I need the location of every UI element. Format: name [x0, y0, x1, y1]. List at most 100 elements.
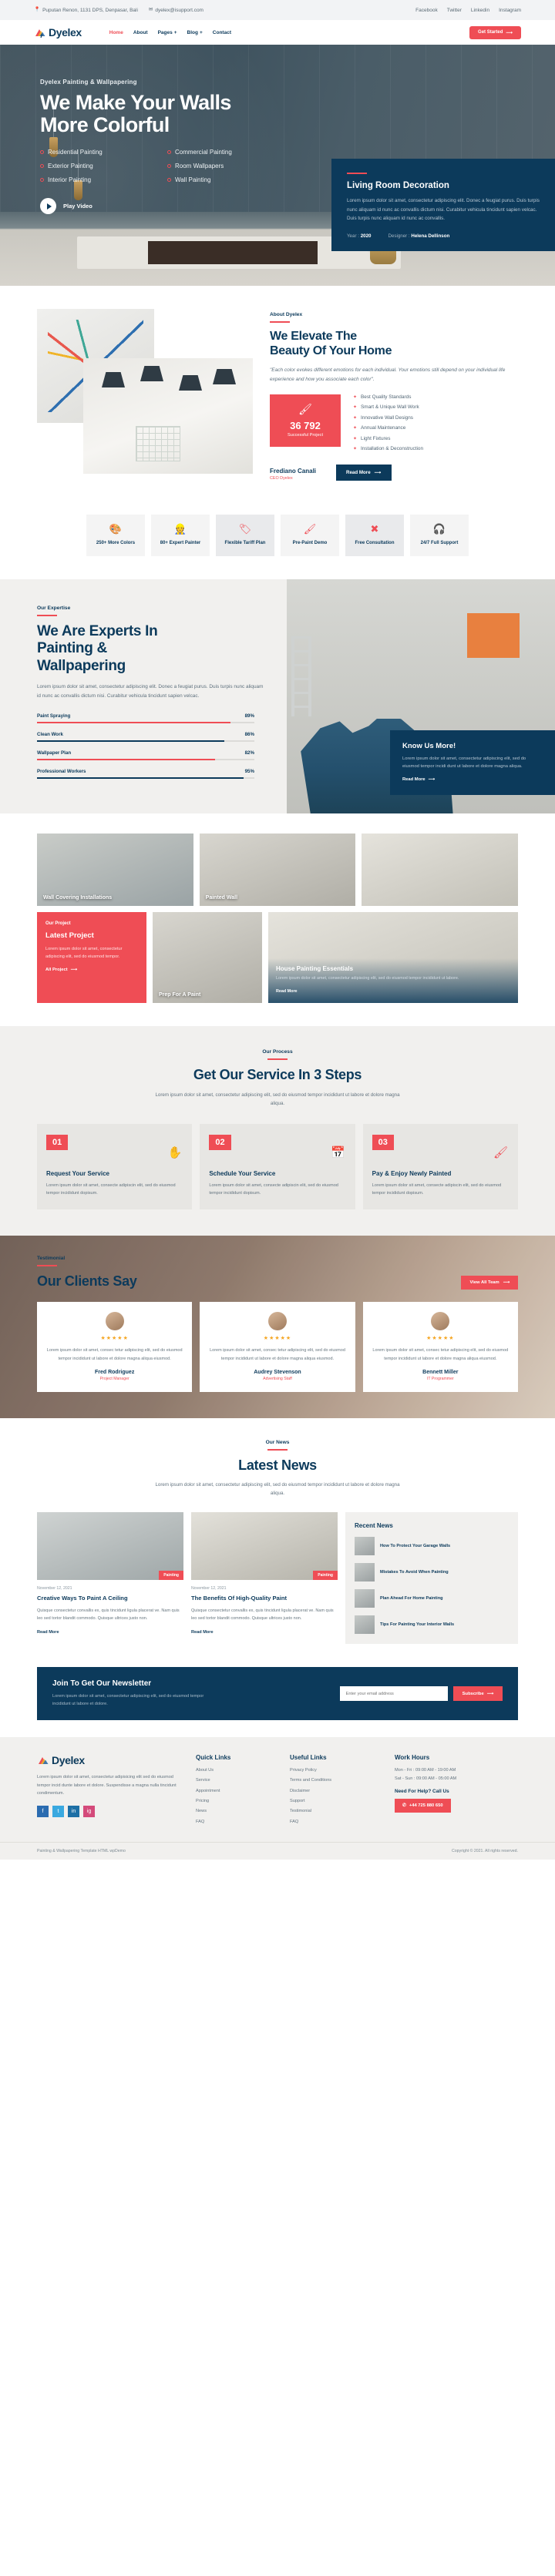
- list-item[interactable]: Testimonial: [290, 1809, 381, 1815]
- testimonial-header: Testimonial Our Clients Say View All Tea…: [37, 1256, 518, 1290]
- nav-item-blog[interactable]: Blog +: [187, 30, 203, 35]
- list-item[interactable]: Appointment: [196, 1789, 276, 1795]
- social-link-twitter[interactable]: Twitter: [447, 8, 462, 13]
- hero-subtitle: Dyelex Painting & Wallpapering: [40, 79, 137, 86]
- skill-label: Wallpaper Plan: [37, 750, 72, 756]
- list-item[interactable]: News: [196, 1809, 276, 1815]
- read-more-label: Read More: [346, 469, 371, 475]
- news-read-more-link[interactable]: Read More: [37, 1630, 59, 1635]
- list-item[interactable]: Pricing: [196, 1799, 276, 1805]
- get-started-button[interactable]: Get Started ⟶: [469, 25, 521, 39]
- list-item: Smart & Unique Wall Work: [353, 404, 423, 410]
- news-post-title: Creative Ways To Paint A Ceiling: [37, 1594, 128, 1602]
- linkedin-icon[interactable]: in: [68, 1805, 79, 1817]
- list-item[interactable]: Privacy Policy: [290, 1768, 381, 1774]
- feature-card-tariff[interactable]: 🏷 Flexible Tariff Plan: [216, 514, 274, 556]
- call-now-button[interactable]: ✆ +44 725 880 650: [395, 1799, 451, 1813]
- email-text: dyelex@isupport.com: [155, 7, 204, 13]
- footer-logo[interactable]: Dyelex: [37, 1754, 182, 1766]
- feature-card-consultation[interactable]: ✖ Free Consultation: [345, 514, 404, 556]
- social-link-linkedin[interactable]: Linkedin: [471, 8, 489, 13]
- subscribe-button[interactable]: Subscribe ⟶: [452, 1686, 503, 1702]
- gallery-caption: Prep For A Paint: [159, 992, 201, 998]
- social-link-instagram[interactable]: Instagram: [499, 8, 521, 13]
- skill-row: Clean Work 86%: [37, 732, 254, 743]
- list-item[interactable]: Disclaimer: [290, 1789, 381, 1795]
- skill-row: Professional Workers 95%: [37, 769, 254, 780]
- gallery-tile-prep[interactable]: Prep For A Paint: [153, 912, 262, 1004]
- skill-value: 89%: [244, 713, 254, 719]
- house-painting-essentials-card[interactable]: House Painting Essentials Lorem ipsum do…: [268, 912, 518, 1004]
- news-title: Latest News: [238, 1457, 317, 1473]
- skill-track: [37, 777, 254, 780]
- list-item[interactable]: About Us: [196, 1768, 276, 1774]
- feature-card-colors[interactable]: 🎨 250+ More Colors: [86, 514, 145, 556]
- feature-card-support[interactable]: 🎧 24/7 Full Support: [410, 514, 469, 556]
- recent-news-item[interactable]: Mistakes To Avoid When Painting: [355, 1562, 509, 1581]
- nav-item-about[interactable]: About: [133, 30, 148, 35]
- rating-stars: ★★★★★: [263, 1336, 292, 1342]
- gallery-tile-paintedwall[interactable]: Painted Wall: [199, 834, 356, 907]
- divider: [347, 173, 367, 174]
- list-item: Residential Painting: [40, 149, 167, 156]
- list-item[interactable]: FAQ: [290, 1820, 381, 1826]
- know-us-read-more-link[interactable]: Read More ⟶: [402, 777, 435, 782]
- calendar-icon: 📅: [330, 1145, 345, 1159]
- gallery-tile-interior[interactable]: [362, 834, 519, 907]
- nav-item-home[interactable]: Home: [109, 30, 123, 35]
- twitter-icon[interactable]: t: [52, 1805, 64, 1817]
- news-read-more-link[interactable]: Read More: [191, 1630, 214, 1635]
- newsletter-email-input[interactable]: [339, 1686, 448, 1702]
- nav-item-pages[interactable]: Pages +: [158, 30, 177, 35]
- feature-card-demo[interactable]: 🖌 Pre-Paint Demo: [281, 514, 339, 556]
- news-post[interactable]: Painting November 12, 2021 Creative Ways…: [37, 1511, 183, 1644]
- footer-work-hours: Work Hours Mon - Fri : 09:00 AM - 19:00 …: [395, 1754, 518, 1830]
- email-item[interactable]: ✉ dyelex@isupport.com: [149, 7, 204, 13]
- gallery-section: Wall Covering Installations Painted Wall…: [0, 813, 555, 1026]
- gallery-tile-wallcovering[interactable]: Wall Covering Installations: [37, 834, 193, 907]
- list-item[interactable]: Terms and Conditions: [290, 1778, 381, 1784]
- social-link-facebook[interactable]: Facebook: [415, 8, 438, 13]
- play-icon[interactable]: [40, 198, 56, 215]
- list-item[interactable]: Service: [196, 1778, 276, 1784]
- lamp-shade-icon: [140, 366, 163, 381]
- stat-label: Successful Project: [287, 432, 323, 438]
- testimonial-name: Audrey Stevenson: [254, 1369, 301, 1375]
- facebook-icon[interactable]: f: [37, 1805, 49, 1817]
- call-title: Need For Help? Call Us: [395, 1789, 449, 1795]
- process-step-1: 01 ✋ Request Your Service Lorem ipsum do…: [37, 1123, 193, 1210]
- nav-item-contact[interactable]: Contact: [213, 30, 231, 35]
- card-body: Lorem ipsum dolor sit amet, consectetur …: [276, 976, 459, 981]
- process-step-3: 03 🖌 Pay & Enjoy Newly Painted Lorem ips…: [362, 1123, 518, 1210]
- view-all-team-button[interactable]: View All Team ⟶: [461, 1276, 518, 1290]
- logo[interactable]: Dyelex: [34, 26, 82, 39]
- card-title: House Painting Essentials: [276, 965, 354, 973]
- service-label: Exterior Painting: [48, 163, 93, 170]
- recent-news-item[interactable]: Plan Ahead For Home Painting: [355, 1588, 509, 1608]
- recent-news-item[interactable]: Tips For Painting Your Interior Walls: [355, 1615, 509, 1634]
- list-item[interactable]: FAQ: [196, 1820, 276, 1826]
- divider: [37, 614, 57, 616]
- instagram-icon[interactable]: ig: [83, 1805, 95, 1817]
- overlay: House Painting Essentials Lorem ipsum do…: [268, 958, 518, 1004]
- all-project-link[interactable]: All Project ⟶: [45, 968, 77, 972]
- recent-item-title: Mistakes To Avoid When Painting: [380, 1569, 449, 1575]
- read-more-link[interactable]: Read More: [276, 989, 298, 994]
- footer-logo-text: Dyelex: [52, 1754, 85, 1767]
- feature-label: 250+ More Colors: [96, 540, 136, 545]
- recent-news-item[interactable]: How To Protect Your Garage Walls: [355, 1536, 509, 1555]
- skill-value: 82%: [244, 750, 254, 756]
- skill-value: 95%: [244, 769, 254, 775]
- designer-meta: Designer : Helena Dellinson: [388, 233, 449, 239]
- nav-label: Contact: [212, 29, 231, 35]
- about-read-more-button[interactable]: Read More ⟶: [336, 464, 392, 481]
- work-hours-title: Work Hours: [395, 1754, 430, 1762]
- feature-card-painter[interactable]: 👷 80+ Expert Painter: [151, 514, 210, 556]
- tag-icon: 🏷: [238, 522, 252, 535]
- address-item: 📍 Puputan Renon, 1131 DPS, Denpasar, Bal…: [34, 7, 138, 12]
- signature: Frediano Canali CEO Dyelex: [270, 468, 316, 481]
- recent-news-panel: Recent News How To Protect Your Garage W…: [345, 1511, 518, 1644]
- news-post[interactable]: Painting November 12, 2021 The Benefits …: [191, 1511, 338, 1644]
- know-us-body: Lorem ipsum dolor sit amet, consectetur …: [402, 756, 526, 769]
- list-item[interactable]: Support: [290, 1799, 381, 1805]
